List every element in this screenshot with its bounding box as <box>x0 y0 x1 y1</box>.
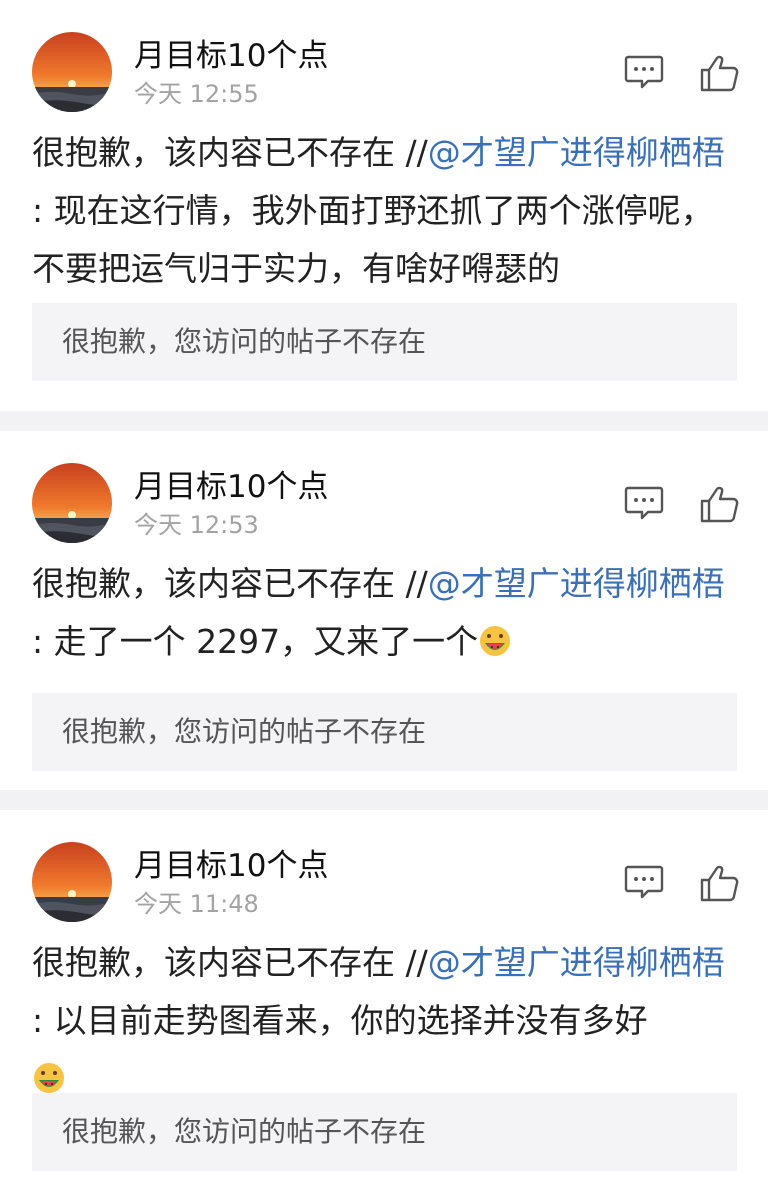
username[interactable]: 月目标10个点 <box>134 36 328 76</box>
mention-link[interactable]: @才望广进得柳栖梧 <box>428 564 725 603</box>
quoted-post-text: 很抱歉，您访问的帖子不存在 <box>62 715 427 748</box>
comment-text: 很抱歉，该内容已不存在 //@才望广进得柳栖梧 : 走了一个 2297，又来了一… <box>32 555 738 671</box>
quoted-post-box[interactable]: 很抱歉，您访问的帖子不存在 <box>32 303 737 381</box>
quoted-post-box[interactable]: 很抱歉，您访问的帖子不存在 <box>32 693 737 771</box>
avatar[interactable] <box>32 463 112 543</box>
timestamp: 今天 12:55 <box>134 80 259 108</box>
comment-icon[interactable] <box>624 485 664 521</box>
sunset-avatar-image <box>32 463 112 543</box>
comment-body: : 走了一个 2297，又来了一个 <box>32 622 479 661</box>
comment-item: 月目标10个点 今天 12:53 很抱歉，该内容已不存在 //@才望广进得柳栖梧… <box>0 431 768 790</box>
timestamp: 今天 11:48 <box>134 890 259 918</box>
comment-lead: 很抱歉，该内容已不存在 // <box>32 133 428 172</box>
comment-body: : 以目前走势图看来，你的选择并没有多好 <box>32 1001 648 1040</box>
comment-lead: 很抱歉，该内容已不存在 // <box>32 564 428 603</box>
watermelon-face-emoji-icon <box>478 618 512 656</box>
username[interactable]: 月目标10个点 <box>134 846 328 886</box>
comment-lead: 很抱歉，该内容已不存在 // <box>32 943 428 982</box>
avatar[interactable] <box>32 842 112 922</box>
comment-feed: 月目标10个点 今天 12:55 很抱歉，该内容已不存在 //@才望广进得柳栖梧… <box>0 0 768 1190</box>
sunset-avatar-image <box>32 842 112 922</box>
divider <box>0 411 768 431</box>
comment-text: 很抱歉，该内容已不存在 //@才望广进得柳栖梧 : 现在这行情，我外面打野还抓了… <box>32 124 738 298</box>
quoted-post-box[interactable]: 很抱歉，您访问的帖子不存在 <box>32 1093 737 1171</box>
timestamp: 今天 12:53 <box>134 511 259 539</box>
sunset-avatar-image <box>32 32 112 112</box>
comment-item: 月目标10个点 今天 11:48 很抱歉，该内容已不存在 //@才望广进得柳栖梧… <box>0 810 768 1190</box>
mention-link[interactable]: @才望广进得柳栖梧 <box>428 943 725 982</box>
like-icon[interactable] <box>700 54 740 92</box>
watermelon-face-emoji-icon <box>32 1055 66 1093</box>
divider <box>0 790 768 810</box>
username[interactable]: 月目标10个点 <box>134 467 328 507</box>
comment-icon[interactable] <box>624 54 664 90</box>
comment-body: : 现在这行情，我外面打野还抓了两个涨停呢，不要把运气归于实力，有啥好嘚瑟的 <box>32 191 714 288</box>
avatar[interactable] <box>32 32 112 112</box>
mention-link[interactable]: @才望广进得柳栖梧 <box>428 133 725 172</box>
comment-icon[interactable] <box>624 864 664 900</box>
quoted-post-text: 很抱歉，您访问的帖子不存在 <box>62 325 427 358</box>
like-icon[interactable] <box>700 864 740 902</box>
comment-text: 很抱歉，该内容已不存在 //@才望广进得柳栖梧 : 以目前走势图看来，你的选择并… <box>32 934 738 1108</box>
comment-item: 月目标10个点 今天 12:55 很抱歉，该内容已不存在 //@才望广进得柳栖梧… <box>0 0 768 411</box>
quoted-post-text: 很抱歉，您访问的帖子不存在 <box>62 1115 427 1148</box>
like-icon[interactable] <box>700 485 740 523</box>
